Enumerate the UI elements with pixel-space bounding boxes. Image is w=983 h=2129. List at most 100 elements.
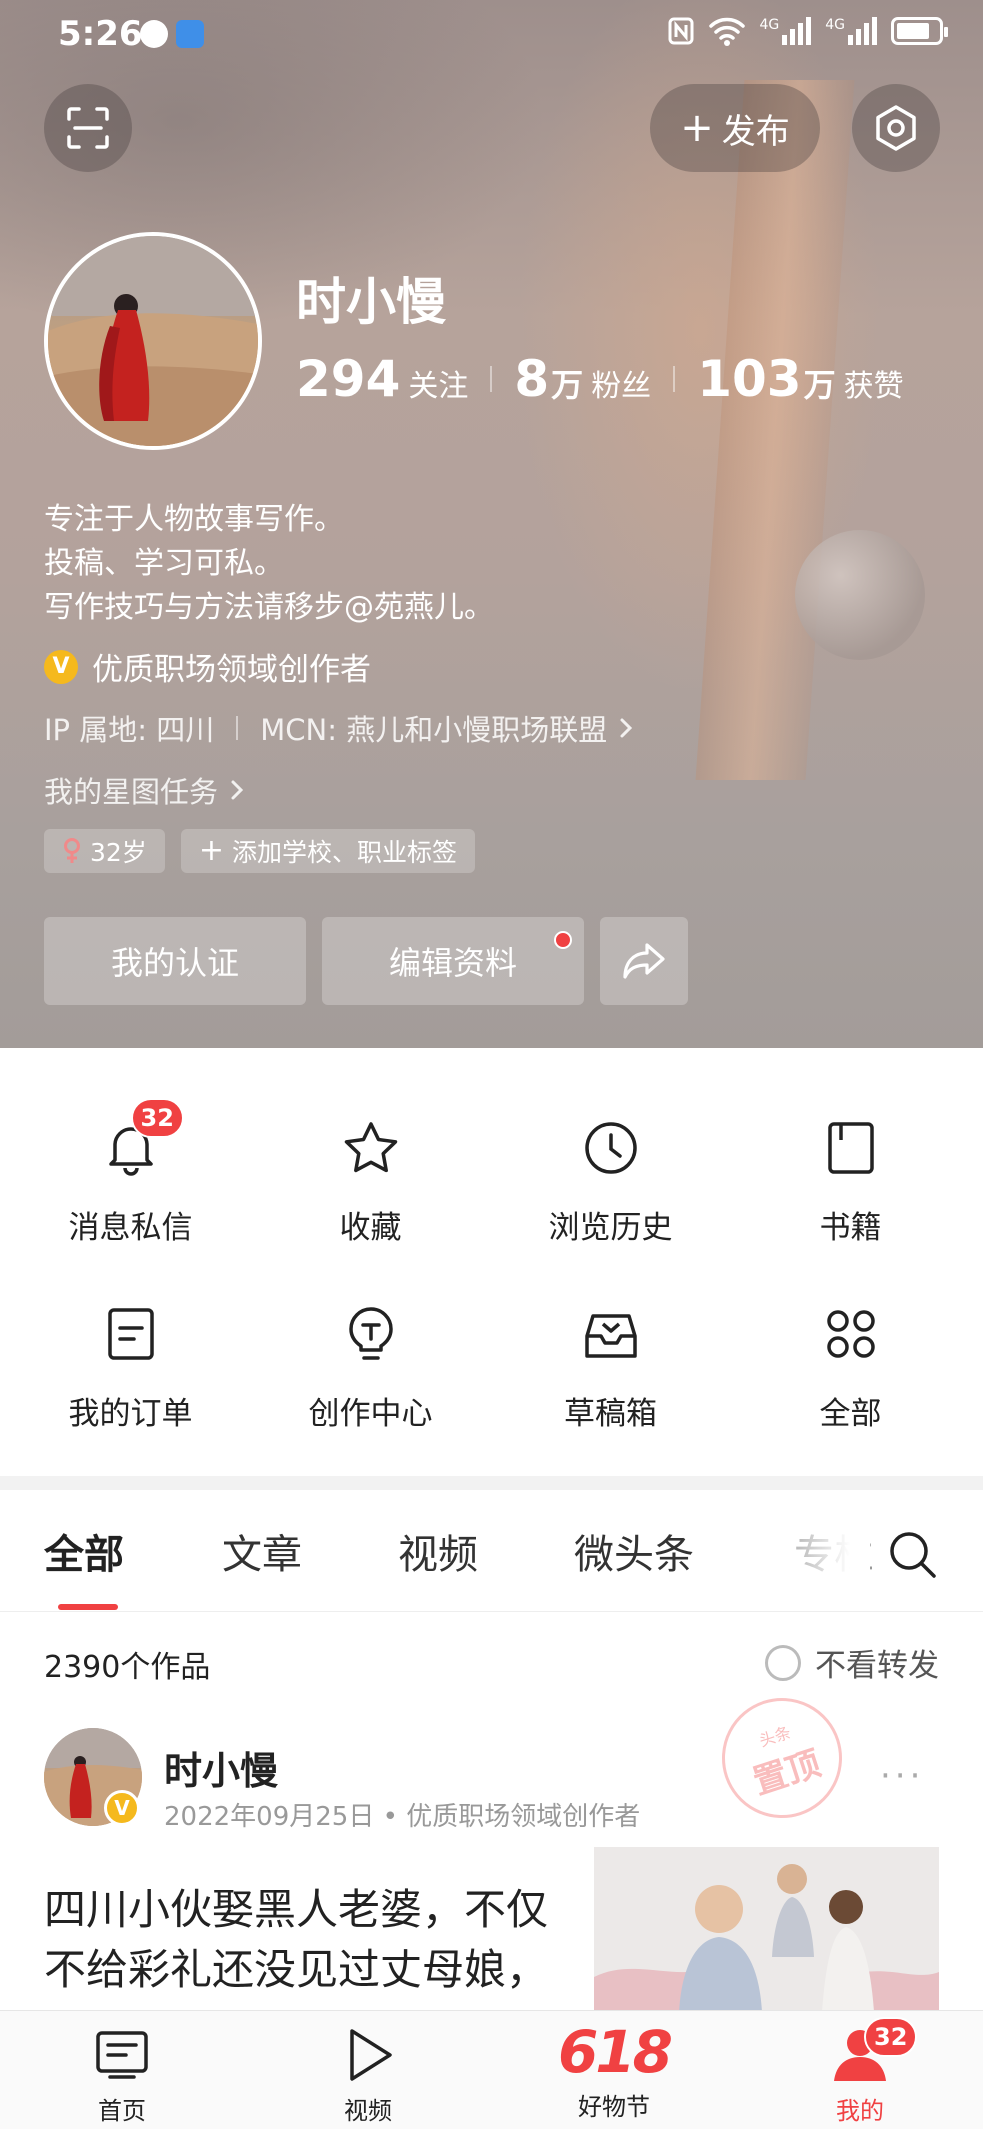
message-badge: 32	[130, 1098, 184, 1138]
menu-label: 收藏	[339, 1210, 402, 1246]
profile-stats: 294 关注 8 万 粉丝 103 万 获赞	[296, 350, 904, 408]
promo-618-logo: 618	[557, 2018, 673, 2086]
profile-avatar[interactable]	[44, 232, 262, 450]
background-sphere	[795, 530, 925, 660]
menu-orders[interactable]: 我的订单	[8, 1264, 253, 1432]
nav-video[interactable]: 视频	[268, 2011, 468, 2129]
menu-label: 创作中心	[308, 1396, 433, 1432]
nav-mine[interactable]: 32 我的	[760, 2011, 960, 2129]
tab-articles[interactable]: 文章	[222, 1522, 302, 1580]
radio-icon	[765, 1644, 801, 1681]
post-author[interactable]: 时小慢	[164, 1740, 278, 1795]
tab-videos[interactable]: 视频	[398, 1522, 478, 1580]
signal-1-icon: 4G	[759, 17, 812, 45]
menu-all[interactable]: 全部	[728, 1264, 973, 1432]
bulb-icon	[341, 1304, 401, 1364]
nav-label: 我的	[836, 2097, 884, 2125]
plus-icon: +	[198, 833, 224, 868]
bell-icon: 32	[101, 1098, 184, 1178]
settings-button[interactable]	[852, 84, 940, 172]
chevron-right-icon	[620, 718, 633, 738]
tab-all[interactable]: 全部	[44, 1522, 124, 1580]
tab-fade	[770, 1490, 870, 1610]
status-time: 5:26	[58, 14, 143, 54]
menu-label: 浏览历史	[548, 1210, 673, 1246]
menu-history[interactable]: 浏览历史	[488, 1078, 733, 1246]
audio-app-icon	[140, 20, 168, 48]
nav-home[interactable]: 首页	[22, 2011, 222, 2129]
publish-button[interactable]: + 发布	[650, 84, 820, 172]
quick-menu: 32 消息私信 收藏 浏览历史 书籍 我的订单 创作中心 草稿箱 全部	[0, 1048, 983, 1476]
share-button[interactable]	[600, 917, 688, 1005]
signal-2-icon: 4G	[825, 17, 877, 45]
network-type-1: 4G	[759, 17, 780, 33]
app-notification-icon	[176, 20, 204, 48]
mcn-link[interactable]: MCN: 燕儿和小慢职场联盟	[260, 707, 637, 749]
avatar-photo	[48, 236, 258, 446]
menu-books[interactable]: 书籍	[728, 1078, 973, 1246]
menu-favorites[interactable]: 收藏	[248, 1078, 493, 1246]
stat-divider	[673, 366, 676, 392]
plus-icon: +	[680, 105, 714, 151]
more-options-icon[interactable]: ···	[880, 1756, 924, 1796]
verified-icon: V	[44, 649, 78, 684]
scan-button[interactable]	[44, 84, 132, 172]
menu-label: 书籍	[819, 1210, 882, 1246]
star-icon	[341, 1118, 401, 1178]
share-icon	[623, 943, 665, 979]
bio-line[interactable]: 写作技巧与方法请移步@苑燕儿。	[44, 586, 494, 630]
edit-profile-button[interactable]: 编辑资料	[322, 917, 584, 1005]
certification-label: 优质职场领域创作者	[92, 652, 371, 688]
mcn-label: MCN: 燕儿和小慢职场联盟	[260, 713, 608, 747]
certification-row[interactable]: V 优质职场领域创作者	[44, 644, 371, 689]
nav-shopping-festival[interactable]: 618 好物节	[514, 2011, 714, 2129]
user-icon: 32	[830, 2017, 918, 2085]
pinned-stamp-label: 置顶	[748, 1743, 826, 1803]
works-count: 2390个作品	[44, 1650, 211, 1685]
add-tag-button[interactable]: + 添加学校、职业标签	[180, 829, 475, 873]
inbox-icon	[581, 1304, 641, 1364]
age-label: 32岁	[90, 838, 147, 867]
stat-unit: 万	[803, 366, 836, 404]
mine-badge: 32	[864, 2017, 918, 2057]
post-thumbnail[interactable]	[594, 1847, 939, 2012]
stat-following[interactable]: 294 关注	[296, 350, 468, 408]
add-tag-label: 添加学校、职业标签	[231, 838, 457, 867]
menu-creator-center[interactable]: 创作中心	[248, 1264, 493, 1432]
hide-reposts-toggle[interactable]: 不看转发	[765, 1640, 939, 1685]
stat-unit: 万	[551, 366, 584, 404]
menu-label: 我的订单	[68, 1396, 193, 1432]
star-task-link[interactable]: 我的星图任务	[44, 769, 248, 811]
post-title[interactable]: 四川小伙娶黑人老婆，不仅不给彩礼还没见过丈母娘，	[44, 1880, 584, 2000]
wifi-icon	[709, 17, 746, 46]
menu-label: 全部	[819, 1396, 882, 1432]
edit-profile-label: 编辑资料	[388, 944, 517, 982]
menu-label: 草稿箱	[564, 1396, 657, 1432]
nav-label: 好物节	[578, 2093, 650, 2121]
profile-name: 时小慢	[296, 273, 446, 331]
search-icon[interactable]	[888, 1530, 938, 1580]
home-icon	[92, 2025, 152, 2085]
tab-micro-posts[interactable]: 微头条	[574, 1522, 694, 1580]
menu-messages[interactable]: 32 消息私信	[8, 1078, 253, 1246]
stat-label: 粉丝	[591, 369, 652, 404]
hide-reposts-label: 不看转发	[815, 1648, 939, 1684]
verify-label: 我的认证	[110, 944, 239, 982]
profile-bio: 专注于人物故事写作。 投稿、学习可私。 写作技巧与方法请移步@苑燕儿。	[44, 498, 494, 630]
menu-label: 消息私信	[68, 1210, 193, 1246]
verify-button[interactable]: 我的认证	[44, 917, 306, 1005]
bio-line: 专注于人物故事写作。	[44, 502, 344, 537]
verified-icon: V	[104, 1790, 140, 1826]
status-right: 4G 4G	[667, 16, 948, 46]
chevron-right-icon	[231, 780, 244, 800]
stat-divider	[490, 366, 493, 392]
bottom-nav: 首页 视频 618 好物节 32 我的	[0, 2010, 983, 2129]
order-icon	[101, 1304, 161, 1364]
menu-drafts[interactable]: 草稿箱	[488, 1264, 733, 1432]
stat-label: 关注	[408, 369, 469, 404]
ip-location: IP 属地: 四川	[44, 713, 215, 747]
stat-followers[interactable]: 8 万 粉丝	[514, 350, 651, 408]
nfc-icon	[668, 17, 694, 45]
age-tag[interactable]: 32岁	[44, 829, 165, 873]
stat-likes[interactable]: 103 万 获赞	[697, 350, 903, 408]
